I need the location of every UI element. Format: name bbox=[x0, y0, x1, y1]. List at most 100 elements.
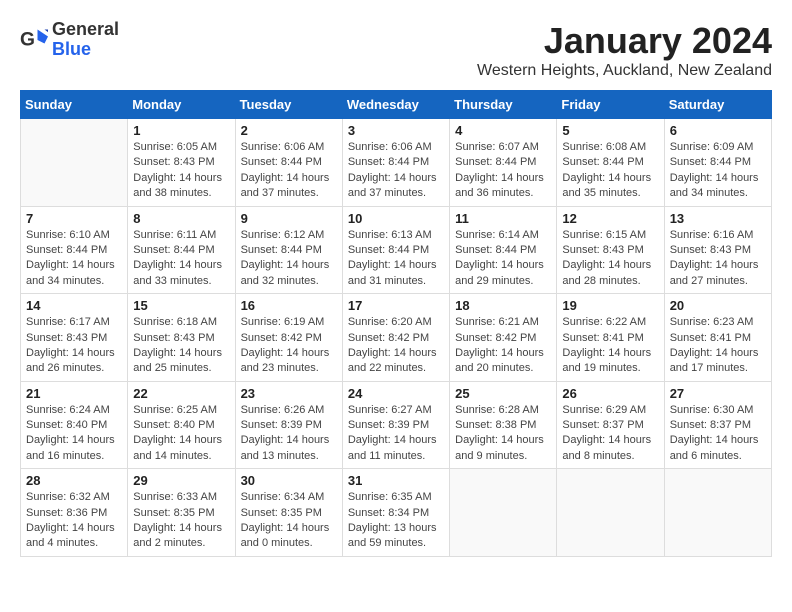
day-number: 19 bbox=[562, 298, 658, 313]
header-day-wednesday: Wednesday bbox=[342, 91, 449, 119]
day-detail: Sunrise: 6:28 AMSunset: 8:38 PMDaylight:… bbox=[455, 403, 551, 465]
day-number: 23 bbox=[241, 386, 337, 401]
calendar-cell: 13 Sunrise: 6:16 AMSunset: 8:43 PMDayligh… bbox=[664, 206, 771, 294]
day-number: 28 bbox=[26, 473, 122, 488]
calendar-cell: 25 Sunrise: 6:28 AMSunset: 8:38 PMDayligh… bbox=[450, 381, 557, 469]
day-number: 20 bbox=[670, 298, 766, 313]
header-row: SundayMondayTuesdayWednesdayThursdayFrid… bbox=[21, 91, 772, 119]
day-number: 30 bbox=[241, 473, 337, 488]
header-day-sunday: Sunday bbox=[21, 91, 128, 119]
day-number: 9 bbox=[241, 211, 337, 226]
day-detail: Sunrise: 6:32 AMSunset: 8:36 PMDaylight:… bbox=[26, 490, 122, 552]
subtitle: Western Heights, Auckland, New Zealand bbox=[477, 62, 772, 80]
header-day-saturday: Saturday bbox=[664, 91, 771, 119]
day-number: 27 bbox=[670, 386, 766, 401]
header-day-thursday: Thursday bbox=[450, 91, 557, 119]
calendar-cell: 19Sunrise: 6:22 AMSunset: 8:41 PMDayligh… bbox=[557, 294, 664, 382]
calendar-cell: 6 Sunrise: 6:09 AMSunset: 8:44 PMDaylight… bbox=[664, 119, 771, 207]
day-number: 15 bbox=[133, 298, 229, 313]
day-detail: Sunrise: 6:25 AMSunset: 8:40 PMDaylight:… bbox=[133, 403, 229, 465]
day-number: 10 bbox=[348, 211, 444, 226]
calendar-cell: 28 Sunrise: 6:32 AMSunset: 8:36 PMDayligh… bbox=[21, 469, 128, 557]
day-detail: Sunrise: 6:26 AMSunset: 8:39 PMDaylight:… bbox=[241, 403, 337, 465]
day-number: 17 bbox=[348, 298, 444, 313]
week-row: 28 Sunrise: 6:32 AMSunset: 8:36 PMDayligh… bbox=[21, 469, 772, 557]
day-number: 29 bbox=[133, 473, 229, 488]
day-detail: Sunrise: 6:07 AMSunset: 8:44 PMDaylight:… bbox=[455, 140, 551, 202]
logo: G General Blue bbox=[20, 20, 119, 60]
calendar-cell bbox=[557, 469, 664, 557]
day-number: 11 bbox=[455, 211, 551, 226]
calendar-cell: 22 Sunrise: 6:25 AMSunset: 8:40 PMDayligh… bbox=[128, 381, 235, 469]
calendar-cell: 26Sunrise: 6:29 AMSunset: 8:37 PMDayligh… bbox=[557, 381, 664, 469]
calendar-cell: 20 Sunrise: 6:23 AMSunset: 8:41 PMDayligh… bbox=[664, 294, 771, 382]
day-number: 8 bbox=[133, 211, 229, 226]
day-number: 18 bbox=[455, 298, 551, 313]
day-detail: Sunrise: 6:35 AMSunset: 8:34 PMDaylight:… bbox=[348, 490, 444, 552]
day-detail: Sunrise: 6:17 AMSunset: 8:43 PMDaylight:… bbox=[26, 315, 122, 377]
day-number: 24 bbox=[348, 386, 444, 401]
calendar-cell: 23 Sunrise: 6:26 AMSunset: 8:39 PMDayligh… bbox=[235, 381, 342, 469]
calendar-cell bbox=[21, 119, 128, 207]
day-detail: Sunrise: 6:12 AMSunset: 8:44 PMDaylight:… bbox=[241, 228, 337, 290]
day-detail: Sunrise: 6:34 AMSunset: 8:35 PMDaylight:… bbox=[241, 490, 337, 552]
day-number: 21 bbox=[26, 386, 122, 401]
logo-blue: Blue bbox=[52, 40, 119, 60]
calendar-cell: 27Sunrise: 6:30 AMSunset: 8:37 PMDayligh… bbox=[664, 381, 771, 469]
calendar-cell: 11 Sunrise: 6:14 AMSunset: 8:44 PMDayligh… bbox=[450, 206, 557, 294]
day-number: 3 bbox=[348, 123, 444, 138]
calendar-cell: 2 Sunrise: 6:06 AMSunset: 8:44 PMDaylight… bbox=[235, 119, 342, 207]
calendar-cell: 3 Sunrise: 6:06 AMSunset: 8:44 PMDaylight… bbox=[342, 119, 449, 207]
calendar-body: 1 Sunrise: 6:05 AMSunset: 8:43 PMDaylight… bbox=[21, 119, 772, 557]
calendar-cell bbox=[450, 469, 557, 557]
calendar-cell: 24 Sunrise: 6:27 AMSunset: 8:39 PMDayligh… bbox=[342, 381, 449, 469]
day-detail: Sunrise: 6:19 AMSunset: 8:42 PMDaylight:… bbox=[241, 315, 337, 377]
day-number: 4 bbox=[455, 123, 551, 138]
calendar-cell: 10Sunrise: 6:13 AMSunset: 8:44 PMDayligh… bbox=[342, 206, 449, 294]
week-row: 7 Sunrise: 6:10 AMSunset: 8:44 PMDaylight… bbox=[21, 206, 772, 294]
day-detail: Sunrise: 6:21 AMSunset: 8:42 PMDaylight:… bbox=[455, 315, 551, 377]
header: G General Blue January 2024 Western Heig… bbox=[20, 20, 772, 80]
day-number: 1 bbox=[133, 123, 229, 138]
calendar-cell: 16Sunrise: 6:19 AMSunset: 8:42 PMDayligh… bbox=[235, 294, 342, 382]
day-detail: Sunrise: 6:14 AMSunset: 8:44 PMDaylight:… bbox=[455, 228, 551, 290]
day-detail: Sunrise: 6:24 AMSunset: 8:40 PMDaylight:… bbox=[26, 403, 122, 465]
calendar-cell: 5Sunrise: 6:08 AMSunset: 8:44 PMDaylight… bbox=[557, 119, 664, 207]
day-detail: Sunrise: 6:05 AMSunset: 8:43 PMDaylight:… bbox=[133, 140, 229, 202]
day-number: 13 bbox=[670, 211, 766, 226]
day-detail: Sunrise: 6:10 AMSunset: 8:44 PMDaylight:… bbox=[26, 228, 122, 290]
day-detail: Sunrise: 6:15 AMSunset: 8:43 PMDaylight:… bbox=[562, 228, 658, 290]
day-detail: Sunrise: 6:20 AMSunset: 8:42 PMDaylight:… bbox=[348, 315, 444, 377]
week-row: 21 Sunrise: 6:24 AMSunset: 8:40 PMDayligh… bbox=[21, 381, 772, 469]
day-number: 25 bbox=[455, 386, 551, 401]
header-day-monday: Monday bbox=[128, 91, 235, 119]
day-detail: Sunrise: 6:16 AMSunset: 8:43 PMDaylight:… bbox=[670, 228, 766, 290]
calendar-cell: 7 Sunrise: 6:10 AMSunset: 8:44 PMDaylight… bbox=[21, 206, 128, 294]
day-detail: Sunrise: 6:09 AMSunset: 8:44 PMDaylight:… bbox=[670, 140, 766, 202]
week-row: 14Sunrise: 6:17 AMSunset: 8:43 PMDayligh… bbox=[21, 294, 772, 382]
day-number: 6 bbox=[670, 123, 766, 138]
calendar-cell: 8Sunrise: 6:11 AMSunset: 8:44 PMDaylight… bbox=[128, 206, 235, 294]
logo-general: General bbox=[52, 20, 119, 40]
calendar-cell: 1 Sunrise: 6:05 AMSunset: 8:43 PMDaylight… bbox=[128, 119, 235, 207]
title-section: January 2024 Western Heights, Auckland, … bbox=[477, 20, 772, 80]
day-number: 7 bbox=[26, 211, 122, 226]
day-number: 2 bbox=[241, 123, 337, 138]
header-day-tuesday: Tuesday bbox=[235, 91, 342, 119]
logo-text: General Blue bbox=[52, 20, 119, 60]
day-detail: Sunrise: 6:33 AMSunset: 8:35 PMDaylight:… bbox=[133, 490, 229, 552]
day-number: 5 bbox=[562, 123, 658, 138]
day-detail: Sunrise: 6:27 AMSunset: 8:39 PMDaylight:… bbox=[348, 403, 444, 465]
day-detail: Sunrise: 6:06 AMSunset: 8:44 PMDaylight:… bbox=[348, 140, 444, 202]
calendar-cell: 29 Sunrise: 6:33 AMSunset: 8:35 PMDayligh… bbox=[128, 469, 235, 557]
day-number: 22 bbox=[133, 386, 229, 401]
calendar-cell: 21 Sunrise: 6:24 AMSunset: 8:40 PMDayligh… bbox=[21, 381, 128, 469]
calendar-cell: 17 Sunrise: 6:20 AMSunset: 8:42 PMDayligh… bbox=[342, 294, 449, 382]
header-day-friday: Friday bbox=[557, 91, 664, 119]
calendar-header: SundayMondayTuesdayWednesdayThursdayFrid… bbox=[21, 91, 772, 119]
week-row: 1 Sunrise: 6:05 AMSunset: 8:43 PMDaylight… bbox=[21, 119, 772, 207]
day-detail: Sunrise: 6:06 AMSunset: 8:44 PMDaylight:… bbox=[241, 140, 337, 202]
calendar-cell: 14Sunrise: 6:17 AMSunset: 8:43 PMDayligh… bbox=[21, 294, 128, 382]
calendar-cell: 18 Sunrise: 6:21 AMSunset: 8:42 PMDayligh… bbox=[450, 294, 557, 382]
day-detail: Sunrise: 6:23 AMSunset: 8:41 PMDaylight:… bbox=[670, 315, 766, 377]
